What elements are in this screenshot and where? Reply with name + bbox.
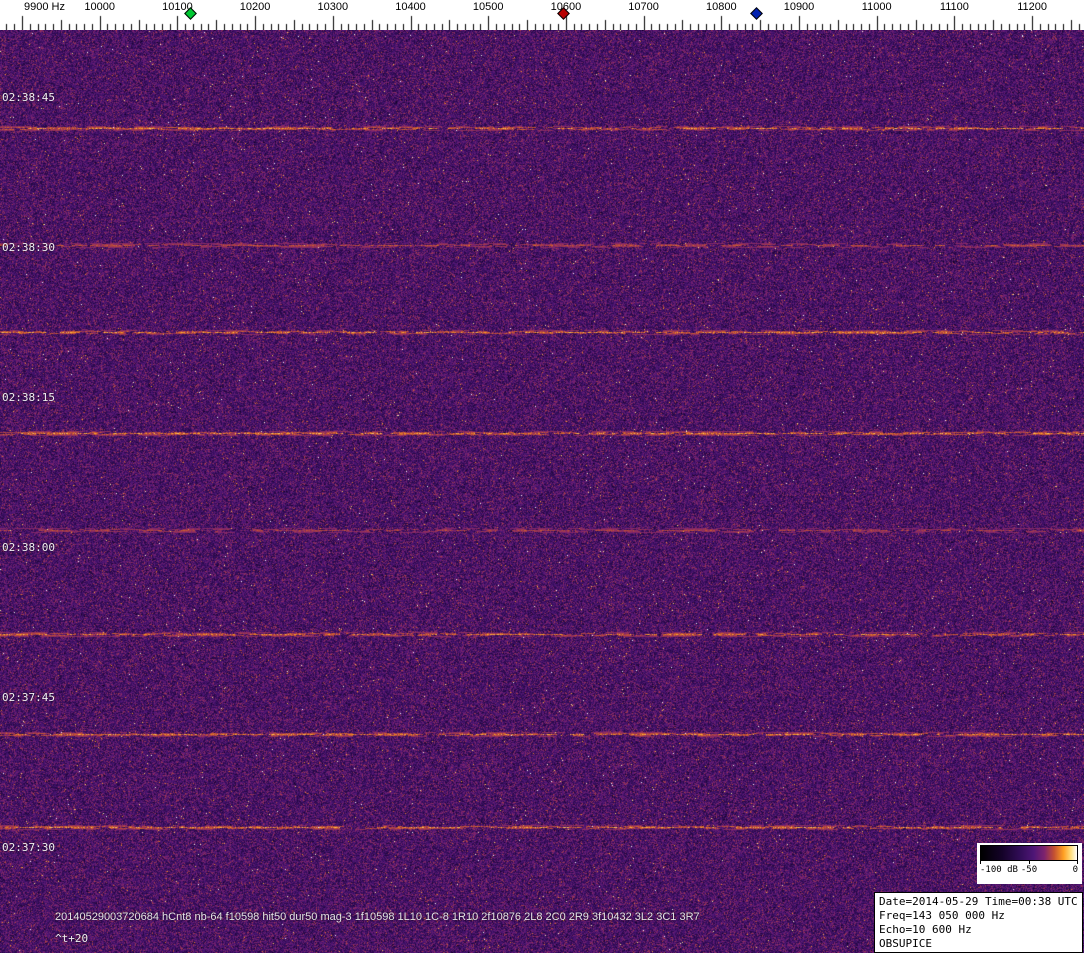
freq-tick-label: 11000 [861, 1, 892, 13]
time-tick-label: 02:38:15 [2, 391, 55, 404]
meteor-spectrogram-window: 9900 Hz 10000 10100 10200 10300 10400 10500 106… [0, 0, 1084, 953]
freq-tick-label: 10900 [783, 1, 815, 13]
info-station-line: OBSUPICE [879, 937, 932, 950]
legend-labels: -100 dB -50 0 [980, 864, 1078, 876]
observation-info-box: Date=2014-05-29 Time=00:38 UTC Freq=143 … [874, 892, 1083, 953]
info-echo-line: Echo=10 600 Hz [879, 923, 972, 936]
detection-info-text: 20140529003720684 hCnt8 nb-64 f10598 hit… [55, 911, 700, 923]
legend-mid-label: -50 [1020, 865, 1038, 875]
freq-tick-label: 11200 [1017, 1, 1047, 13]
freq-tick-label: 10700 [628, 1, 659, 13]
frequency-ruler: 9900 Hz 10000 10100 10200 10300 10400 10500 106… [0, 0, 1084, 30]
info-freq-line: Freq=143 050 000 Hz [879, 909, 1005, 922]
freq-tick-label: 10400 [395, 1, 426, 13]
time-tick-label: 02:37:30 [2, 841, 55, 854]
freq-tick-label: 10800 [706, 1, 737, 13]
freq-tick-label: 10200 [239, 1, 271, 13]
spectrogram-canvas[interactable] [0, 30, 1084, 953]
freq-tick-label: 10300 [317, 1, 349, 13]
time-tick-label: 02:38:45 [2, 91, 55, 104]
info-date-line: Date=2014-05-29 Time=00:38 UTC [879, 895, 1078, 908]
freq-tick-label: 9900 Hz [24, 1, 65, 13]
spectrogram-area: 02:38:45 02:38:30 02:38:15 02:38:00 02:37:45… [0, 30, 1084, 953]
freq-tick-label: 11100 [939, 1, 969, 13]
legend-max-label: 0 [1072, 865, 1078, 875]
freq-tick-label: 10000 [84, 1, 115, 13]
time-cursor-text: ^t+20 [55, 932, 89, 945]
time-tick-label: 02:38:00 [2, 541, 55, 554]
legend-min-label: -100 dB [980, 865, 1018, 875]
time-tick-label: 02:37:45 [2, 691, 55, 704]
db-scale-legend: -100 dB -50 0 [977, 843, 1082, 884]
db-gradient-bar [980, 845, 1078, 861]
time-tick-label: 02:38:30 [2, 241, 55, 254]
freq-tick-label: 10500 [472, 1, 504, 13]
